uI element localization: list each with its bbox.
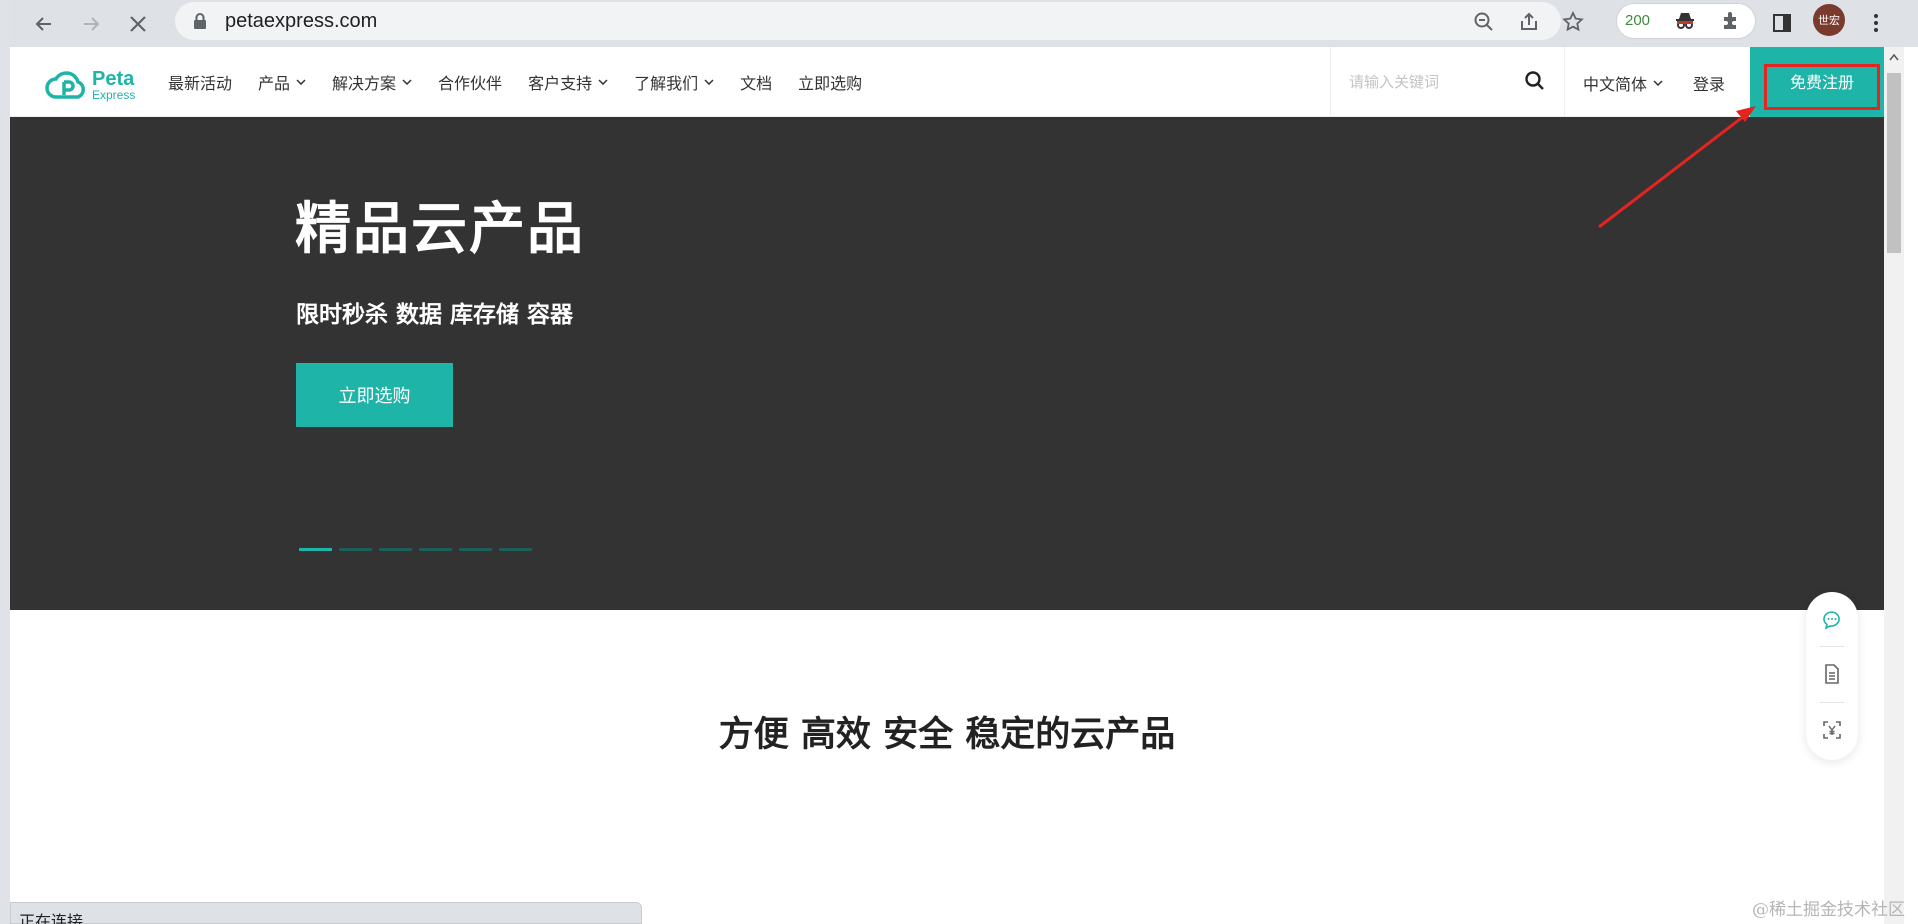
chat-icon[interactable]	[1820, 608, 1844, 632]
carousel-dot[interactable]	[419, 548, 452, 551]
extensions-group: 200	[1616, 3, 1756, 39]
search-box	[1330, 47, 1565, 117]
scroll-thumb[interactable]	[1887, 73, 1901, 253]
chevron-down-icon	[598, 79, 608, 85]
browser-toolbar: petaexpress.com 200 世宏	[0, 0, 1918, 47]
browser-status-bar: 正在连接...	[10, 902, 642, 924]
address-bar[interactable]: petaexpress.com	[175, 2, 1584, 40]
chevron-down-icon	[1653, 80, 1663, 86]
nav-item-docs[interactable]: 文档	[740, 70, 772, 94]
divider	[1820, 646, 1844, 647]
back-icon[interactable]	[26, 6, 62, 42]
language-selector[interactable]: 中文简体	[1583, 71, 1663, 95]
chevron-down-icon	[704, 79, 714, 85]
watermark: @稀土掘金技术社区	[1752, 900, 1905, 920]
forward-icon[interactable]	[73, 6, 109, 42]
nav-item-latest[interactable]: 最新活动	[168, 70, 232, 94]
logo-sub: Express	[92, 88, 136, 102]
nav-item-label: 客户支持	[528, 74, 593, 93]
profile-avatar[interactable]: 世宏	[1813, 4, 1845, 36]
divider	[1820, 702, 1844, 703]
annotation-arrow-icon	[1598, 106, 1756, 229]
section-title: 方便 高效 安全 稳定的云产品	[718, 715, 1176, 755]
nav-item-label: 最新活动	[168, 74, 233, 93]
hero-buy-button[interactable]: 立即选购	[296, 363, 453, 427]
url-text[interactable]: petaexpress.com	[225, 10, 377, 33]
carousel-dot[interactable]	[339, 548, 372, 551]
side-panel-icon[interactable]	[1768, 9, 1796, 37]
lock-icon	[194, 13, 206, 29]
window-edge	[0, 0, 10, 924]
login-link[interactable]: 登录	[1693, 71, 1725, 95]
nav-item-label: 立即选购	[798, 74, 863, 93]
nav-item-buy[interactable]: 立即选购	[798, 70, 862, 94]
share-icon[interactable]	[1515, 8, 1543, 36]
incognito-extension-icon[interactable]	[1671, 7, 1699, 35]
search-input[interactable]	[1349, 69, 1509, 95]
site-logo[interactable]: Peta Express	[42, 65, 152, 105]
nav-item-label: 解决方案	[332, 74, 397, 93]
stop-loading-icon[interactable]	[120, 6, 156, 42]
hero-subtitle: 限时秒杀 数据 库存储 容器	[296, 302, 574, 328]
extension-badge-count[interactable]: 200	[1625, 12, 1650, 29]
carousel-dot[interactable]	[499, 548, 532, 551]
logo-brand: Peta	[92, 68, 135, 90]
main-nav: 最新活动 产品 解决方案 合作伙伴 客户支持 了解我们 文档 立即选购	[168, 47, 888, 117]
chevron-down-icon	[296, 79, 306, 85]
carousel-dot[interactable]	[379, 548, 412, 551]
menu-kebab-icon[interactable]	[1862, 9, 1890, 37]
nav-item-products[interactable]: 产品	[258, 70, 306, 94]
nav-item-label: 合作伙伴	[438, 74, 503, 93]
chevron-down-icon	[402, 79, 412, 85]
register-button[interactable]: 免费注册	[1764, 64, 1880, 110]
register-button-container[interactable]: 免费注册	[1750, 47, 1884, 117]
nav-item-support[interactable]: 客户支持	[528, 70, 608, 94]
carousel-indicators	[299, 548, 539, 551]
search-icon[interactable]	[1523, 69, 1547, 93]
nav-item-label: 了解我们	[634, 74, 699, 93]
zoom-icon[interactable]	[1470, 8, 1498, 36]
document-icon[interactable]	[1820, 662, 1844, 686]
carousel-dot[interactable]	[459, 548, 492, 551]
cloud-logo-icon	[45, 71, 85, 99]
nav-item-label: 文档	[740, 74, 773, 93]
page-scrollbar[interactable]	[1884, 47, 1904, 924]
status-text: 正在连接...	[19, 912, 99, 924]
language-label: 中文简体	[1583, 75, 1648, 94]
extensions-puzzle-icon[interactable]	[1717, 7, 1745, 35]
nav-item-label: 产品	[258, 74, 291, 93]
hero-title: 精品云产品	[295, 197, 585, 262]
scroll-up-icon[interactable]	[1889, 53, 1899, 61]
bookmark-star-icon[interactable]	[1559, 8, 1587, 36]
nav-item-solutions[interactable]: 解决方案	[332, 70, 412, 94]
nav-item-about[interactable]: 了解我们	[634, 70, 714, 94]
carousel-dot[interactable]	[299, 548, 332, 551]
nav-item-partners[interactable]: 合作伙伴	[438, 70, 502, 94]
